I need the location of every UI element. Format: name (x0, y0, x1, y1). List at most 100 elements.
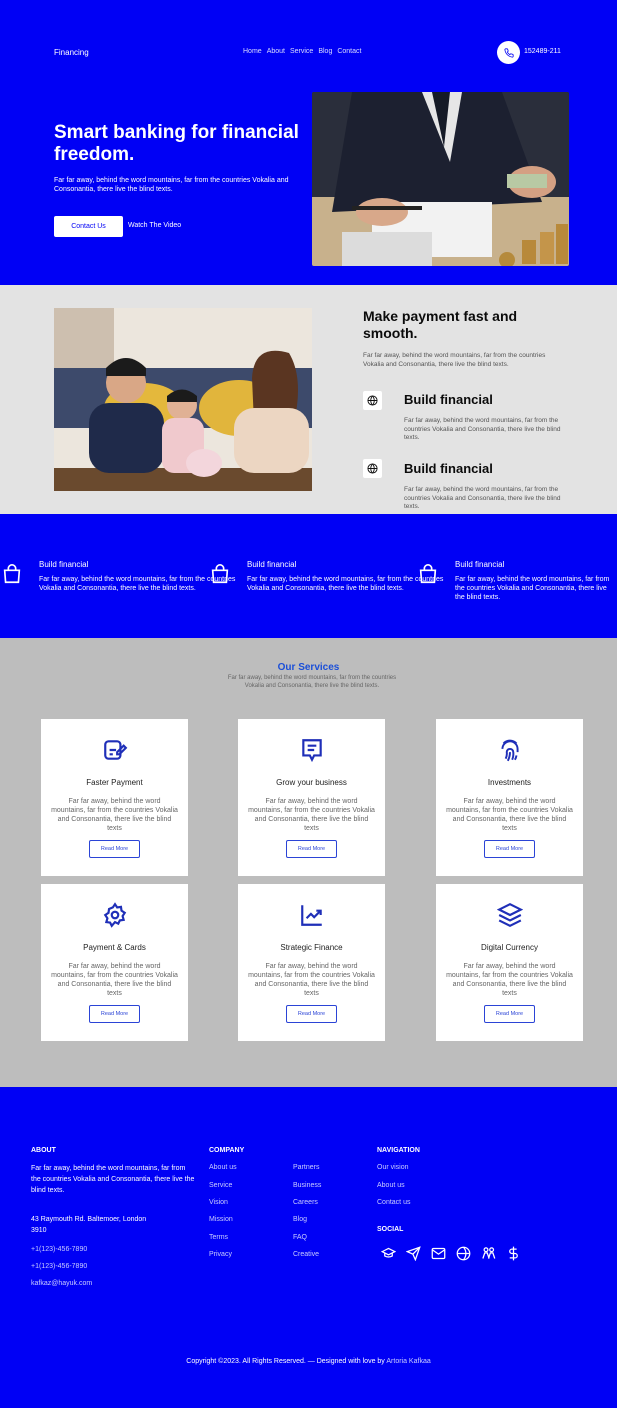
watch-video-link[interactable]: Watch The Video (128, 222, 181, 229)
payment-edit-icon (104, 740, 128, 760)
dollar-icon[interactable] (505, 1245, 521, 1261)
card-text: Far far away, behind the word mountains,… (51, 798, 178, 832)
about-text: Far far away, behind the word mountains,… (363, 352, 546, 368)
bag-icon (3, 564, 21, 584)
footer-email[interactable]: kafkaz@hayuk.com (31, 1280, 92, 1287)
footer-link-service[interactable]: Service (209, 1182, 232, 1189)
hero-section: Financing Home About Service Blog Contac… (0, 0, 617, 285)
author-link[interactable]: Artoria Kafkaa (386, 1358, 430, 1365)
footer-link-contact-us[interactable]: Contact us (377, 1199, 410, 1206)
footer-social-heading: SOCIAL (377, 1226, 404, 1233)
menu-item-home[interactable]: Home (243, 48, 262, 55)
about-section: Make payment fast and smooth. Far far aw… (0, 285, 617, 514)
menu-item-service[interactable]: Service (290, 48, 313, 55)
bag-icon (419, 564, 437, 584)
hero-image-businessman (312, 92, 569, 266)
social-icons (380, 1245, 521, 1261)
card-text: Far far away, behind the word mountains,… (446, 963, 573, 997)
contact-us-button[interactable]: Contact Us (54, 216, 123, 237)
graduation-cap-icon[interactable] (380, 1245, 396, 1261)
strip-item: Build financial Far far away, behind the… (419, 560, 617, 602)
feature-title: Build financial (404, 392, 493, 407)
send-icon[interactable] (405, 1245, 421, 1261)
card-title: Payment & Cards (83, 943, 146, 952)
bag-icon (211, 564, 229, 584)
footer-phone[interactable]: +1(123)-456-7890 (31, 1263, 87, 1270)
footer: ABOUT Far far away, behind the word moun… (0, 1087, 617, 1408)
read-more-button[interactable]: Read More (484, 1005, 535, 1023)
service-card: Payment & Cards Far far away, behind the… (41, 884, 188, 1041)
read-more-button[interactable]: Read More (89, 840, 140, 858)
footer-phone[interactable]: +1(123)-456-7890 (31, 1246, 87, 1253)
message-icon (302, 739, 322, 763)
people-icon[interactable] (480, 1245, 496, 1261)
card-text: Far far away, behind the word mountains,… (248, 798, 375, 832)
services-section: Our Services Far far away, behind the wo… (0, 638, 617, 1087)
service-card: Strategic Finance Far far away, behind t… (238, 884, 385, 1041)
card-text: Far far away, behind the word mountains,… (248, 963, 375, 997)
footer-link-about-us-nav[interactable]: About us (377, 1182, 405, 1189)
footer-link-blog[interactable]: Blog (293, 1216, 307, 1223)
hero-text: Far far away, behind the word mountains,… (54, 177, 289, 193)
footer-link-mission[interactable]: Mission (209, 1216, 233, 1223)
read-more-button[interactable]: Read More (89, 1005, 140, 1023)
card-text: Far far away, behind the word mountains,… (51, 963, 178, 997)
footer-link-privacy[interactable]: Privacy (209, 1251, 232, 1258)
gear-icon (103, 902, 127, 928)
footer-link-terms[interactable]: Terms (209, 1234, 228, 1241)
footer-about-text: Far far away, behind the word mountains,… (31, 1165, 195, 1194)
footer-link-our-vision[interactable]: Our vision (377, 1164, 409, 1171)
footer-company-heading: COMPANY (209, 1147, 245, 1154)
globe-icon (363, 459, 382, 478)
card-title: Investments (487, 778, 532, 787)
fingerprint-icon (501, 739, 519, 762)
brand-logo[interactable]: Financing (54, 48, 89, 57)
read-more-button[interactable]: Read More (484, 840, 535, 858)
service-card: Grow your business Far far away, behind … (238, 719, 385, 876)
phone-number[interactable]: 152489-211 (524, 48, 561, 55)
menu-item-contact[interactable]: Contact (337, 48, 361, 55)
footer-link-careers[interactable]: Careers (293, 1199, 318, 1206)
layers-icon (497, 902, 523, 928)
footer-about-heading: ABOUT (31, 1147, 56, 1154)
footer-link-vision[interactable]: Vision (209, 1199, 228, 1206)
globe-icon (363, 391, 382, 410)
card-title: Faster Payment (86, 778, 143, 787)
card-text: Far far away, behind the word mountains,… (446, 798, 573, 832)
service-card: Digital Currency Far far away, behind th… (436, 884, 583, 1041)
services-heading: Our Services (277, 662, 340, 673)
footer-link-faq[interactable]: FAQ (293, 1234, 307, 1241)
services-subtext: Far far away, behind the word mountains,… (227, 675, 397, 689)
service-card: Faster Payment Far far away, behind the … (41, 719, 188, 876)
footer-address: 43 Raymouth Rd. Baltemoer, London 3910 (31, 1216, 147, 1234)
strip-text: Far far away, behind the word mountains,… (455, 576, 610, 601)
globe-icon[interactable] (455, 1245, 471, 1261)
card-title: Digital Currency (481, 943, 538, 952)
strip-title: Build financial (455, 560, 505, 569)
mail-icon[interactable] (430, 1245, 446, 1261)
footer-link-about-us[interactable]: About us (209, 1164, 237, 1171)
feature-strip: Build financial Far far away, behind the… (0, 514, 617, 638)
service-card: Investments Far far away, behind the wor… (436, 719, 583, 876)
feature-title: Build financial (404, 461, 493, 476)
card-title: Strategic Finance (280, 943, 343, 952)
menu-item-about[interactable]: About (267, 48, 285, 55)
feature-text: Far far away, behind the word mountains,… (404, 486, 561, 510)
footer-link-creative[interactable]: Creative (293, 1251, 319, 1258)
footer-link-partners[interactable]: Partners (293, 1164, 319, 1171)
read-more-button[interactable]: Read More (286, 1005, 337, 1023)
footer-link-business[interactable]: Business (293, 1182, 321, 1189)
chart-icon (301, 905, 322, 926)
footer-navigation-heading: NAVIGATION (377, 1147, 420, 1154)
menu-item-blog[interactable]: Blog (318, 48, 332, 55)
copyright-text: Copyright ©2023. All Rights Reserved. — … (186, 1358, 385, 1365)
family-image (54, 308, 312, 491)
phone-icon[interactable] (497, 41, 520, 64)
about-title: Make payment fast and smooth. (363, 308, 518, 341)
feature-text: Far far away, behind the word mountains,… (404, 417, 561, 441)
top-nav: Financing Home About Service Blog Contac… (0, 40, 617, 66)
hero-title: Smart banking for financial freedom. (54, 122, 299, 165)
main-menu: Home About Service Blog Contact (243, 48, 361, 55)
copyright: Copyright ©2023. All Rights Reserved. — … (0, 1358, 617, 1365)
read-more-button[interactable]: Read More (286, 840, 337, 858)
